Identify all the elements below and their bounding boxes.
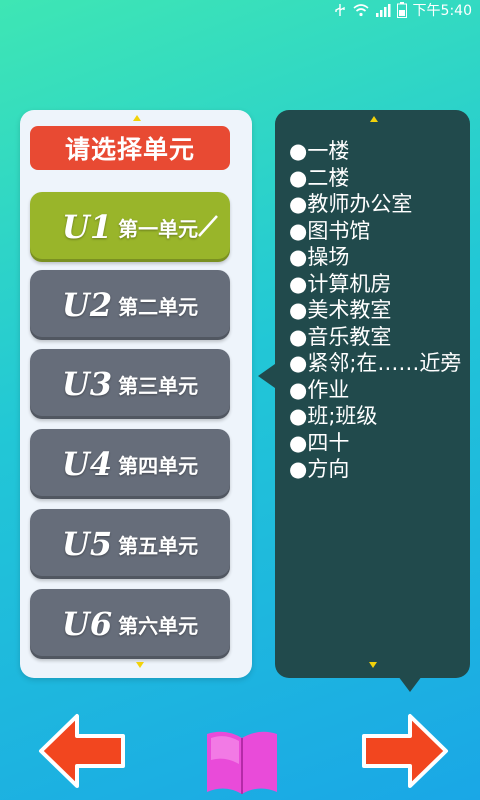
vocab-scroll-up-indicator[interactable]	[370, 116, 378, 122]
unit-button-2[interactable]: U2 第二单元	[30, 270, 230, 340]
unit-code: U2	[61, 286, 113, 324]
unit-code: U5	[61, 525, 113, 563]
open-book-icon[interactable]	[203, 728, 281, 798]
unit-label: 第一单元	[118, 216, 199, 241]
signal-icon	[375, 4, 391, 17]
vocabulary-item[interactable]: ●二楼	[289, 165, 469, 192]
vocabulary-item[interactable]: ●操场	[289, 244, 469, 271]
unit-code: U6	[61, 605, 113, 643]
vocabulary-item[interactable]: ●一楼	[289, 138, 469, 165]
selected-check-icon	[198, 215, 218, 237]
battery-icon	[396, 2, 407, 18]
vocabulary-item[interactable]: ●图书馆	[289, 218, 469, 245]
vocabulary-item[interactable]: ●四十	[289, 430, 469, 457]
scroll-up-indicator[interactable]	[133, 115, 141, 121]
panel-pointer	[258, 364, 275, 388]
vocabulary-item[interactable]: ●紧邻;在……近旁	[289, 350, 469, 377]
vocabulary-item[interactable]: ●方向	[289, 456, 469, 483]
usb-icon	[334, 4, 345, 16]
unit-button-3[interactable]: U3 第三单元	[30, 349, 230, 419]
unit-label: 第四单元	[118, 453, 199, 478]
vocabulary-item[interactable]: ●计算机房	[289, 271, 469, 298]
vocab-scroll-down-indicator[interactable]	[369, 662, 377, 668]
select-unit-title: 请选择单元	[30, 126, 230, 170]
unit-button-1[interactable]: U1 第一单元	[30, 192, 230, 262]
scroll-down-indicator[interactable]	[136, 662, 144, 668]
unit-button-6[interactable]: U6 第六单元	[30, 589, 230, 659]
vocabulary-item[interactable]: ●教师办公室	[289, 191, 469, 218]
unit-button-4[interactable]: U4 第四单元	[30, 429, 230, 499]
unit-code: U4	[61, 445, 113, 483]
unit-label: 第六单元	[118, 613, 199, 638]
unit-label: 第二单元	[118, 294, 199, 319]
right-arrow-icon[interactable]	[360, 712, 450, 790]
vocabulary-item[interactable]: ●音乐教室	[289, 324, 469, 351]
wifi-icon	[353, 4, 369, 17]
vocabulary-item[interactable]: ●作业	[289, 377, 469, 404]
unit-label: 第三单元	[118, 373, 199, 398]
status-time: 下午5:40	[412, 3, 472, 19]
vocabulary-item[interactable]: ●班;班级	[289, 403, 469, 430]
unit-code: U1	[61, 208, 113, 246]
status-bar: 下午5:40	[0, 0, 480, 20]
left-arrow-icon[interactable]	[37, 712, 127, 790]
unit-button-5[interactable]: U5 第五单元	[30, 509, 230, 579]
vocabulary-list: ●一楼 ●二楼 ●教师办公室 ●图书馆 ●操场 ●计算机房 ●美术教室 ●音乐教…	[289, 138, 469, 483]
vocabulary-item[interactable]: ●美术教室	[289, 297, 469, 324]
unit-label: 第五单元	[118, 533, 199, 558]
unit-code: U3	[61, 365, 113, 403]
panel-bottom-pointer	[398, 676, 422, 692]
